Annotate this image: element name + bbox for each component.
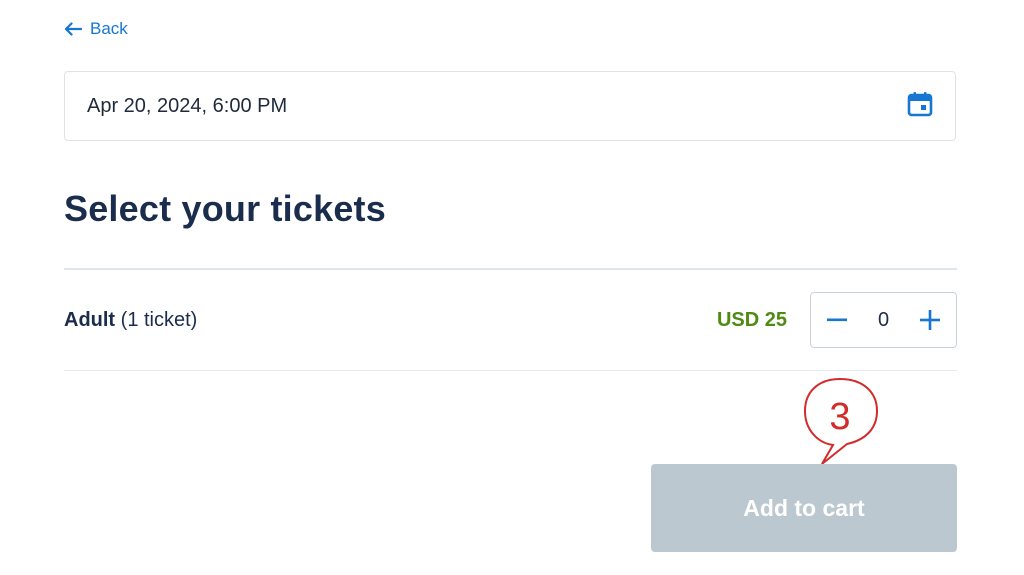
ticket-type: Adult: [64, 309, 116, 331]
arrow-left-icon: [64, 22, 82, 36]
back-link[interactable]: Back: [64, 18, 128, 40]
date-value: Apr 20, 2024, 6:00 PM: [87, 94, 288, 117]
quantity-stepper: 0: [810, 292, 957, 348]
step-annotation-callout: 3: [803, 377, 883, 467]
calendar-icon[interactable]: [907, 91, 933, 122]
add-to-cart-button[interactable]: Add to cart: [651, 464, 957, 552]
ticket-price: USD 25: [716, 309, 787, 331]
ticket-count: (1 ticket): [120, 309, 198, 331]
back-label: Back: [90, 19, 128, 38]
minus-icon[interactable]: [825, 308, 849, 332]
ticket-label: Adult (1 ticket): [64, 309, 197, 332]
divider: [64, 268, 957, 270]
quantity-value: 0: [877, 308, 890, 331]
plus-icon[interactable]: [918, 308, 942, 332]
date-picker-field[interactable]: Apr 20, 2024, 6:00 PM: [64, 71, 956, 141]
annotation-number: 3: [829, 396, 851, 438]
divider: [64, 370, 957, 371]
page-title: Select your tickets: [64, 188, 386, 229]
ticket-row: Adult (1 ticket) USD 25 0: [64, 292, 957, 348]
